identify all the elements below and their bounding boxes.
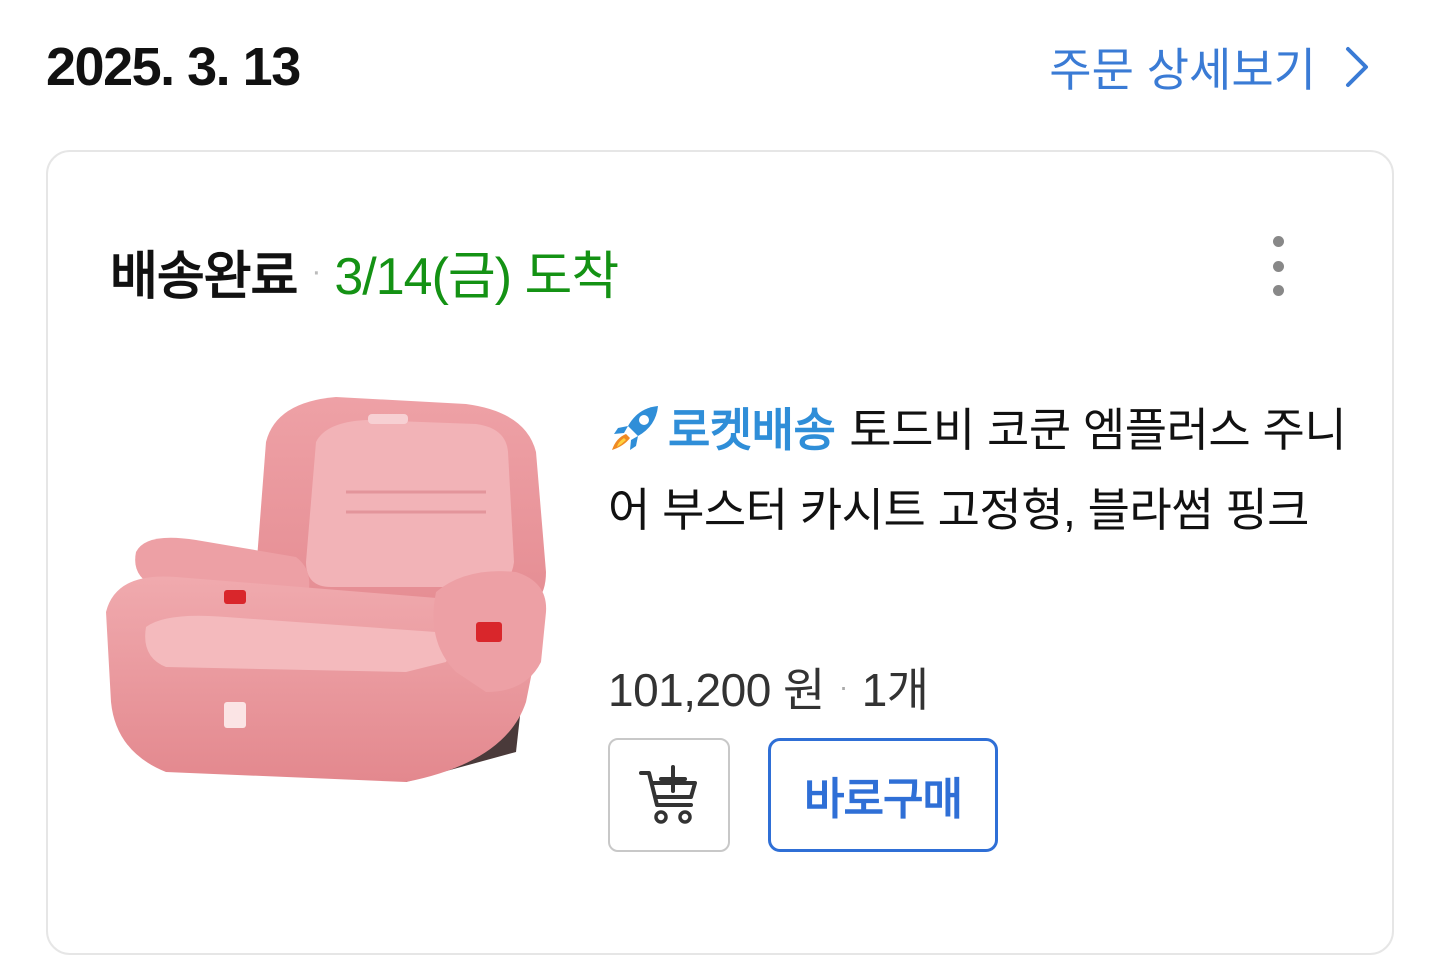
- rocket-icon: [612, 406, 658, 450]
- order-list-page: 2025. 3. 13 주문 상세보기 배송완료 · 3/14(금) 도착 로켓…: [0, 0, 1440, 977]
- order-card: 배송완료 · 3/14(금) 도착 로켓배송 토드비 코쿤 엠플러스 주니어 부…: [46, 150, 1394, 955]
- rocket-delivery-badge: 로켓배송: [668, 404, 836, 456]
- price-separator: ·: [838, 671, 848, 702]
- delivery-status: 배송완료: [110, 248, 298, 306]
- buy-now-button[interactable]: 바로구매: [768, 738, 998, 852]
- chevron-right-icon: [1346, 47, 1368, 87]
- price-row: 101,200 원 · 1개: [608, 654, 929, 720]
- add-to-cart-icon: [639, 765, 697, 824]
- order-detail-label: 주문 상세보기: [1049, 44, 1316, 96]
- order-date: 2025. 3. 13: [46, 37, 301, 97]
- more-dot-icon: [1272, 236, 1284, 247]
- order-detail-link[interactable]: 주문 상세보기: [1049, 34, 1370, 100]
- more-dot-icon: [1272, 260, 1284, 272]
- more-dot-icon: [1272, 285, 1284, 296]
- product-image[interactable]: [106, 372, 548, 802]
- add-to-cart-button[interactable]: [608, 738, 730, 852]
- product-title-block[interactable]: 로켓배송 토드비 코쿤 엠플러스 주니어 부스터 카시트 고정형, 블라썸 핑크: [608, 390, 1348, 550]
- delivery-status-row: 배송완료 · 3/14(금) 도착: [110, 234, 619, 309]
- more-options-button[interactable]: [1256, 236, 1300, 296]
- arrival-date: 3/14(금) 도착: [334, 248, 619, 306]
- status-separator: ·: [311, 254, 321, 288]
- product-quantity: 1개: [861, 664, 929, 716]
- product-price: 101,200 원: [608, 664, 825, 716]
